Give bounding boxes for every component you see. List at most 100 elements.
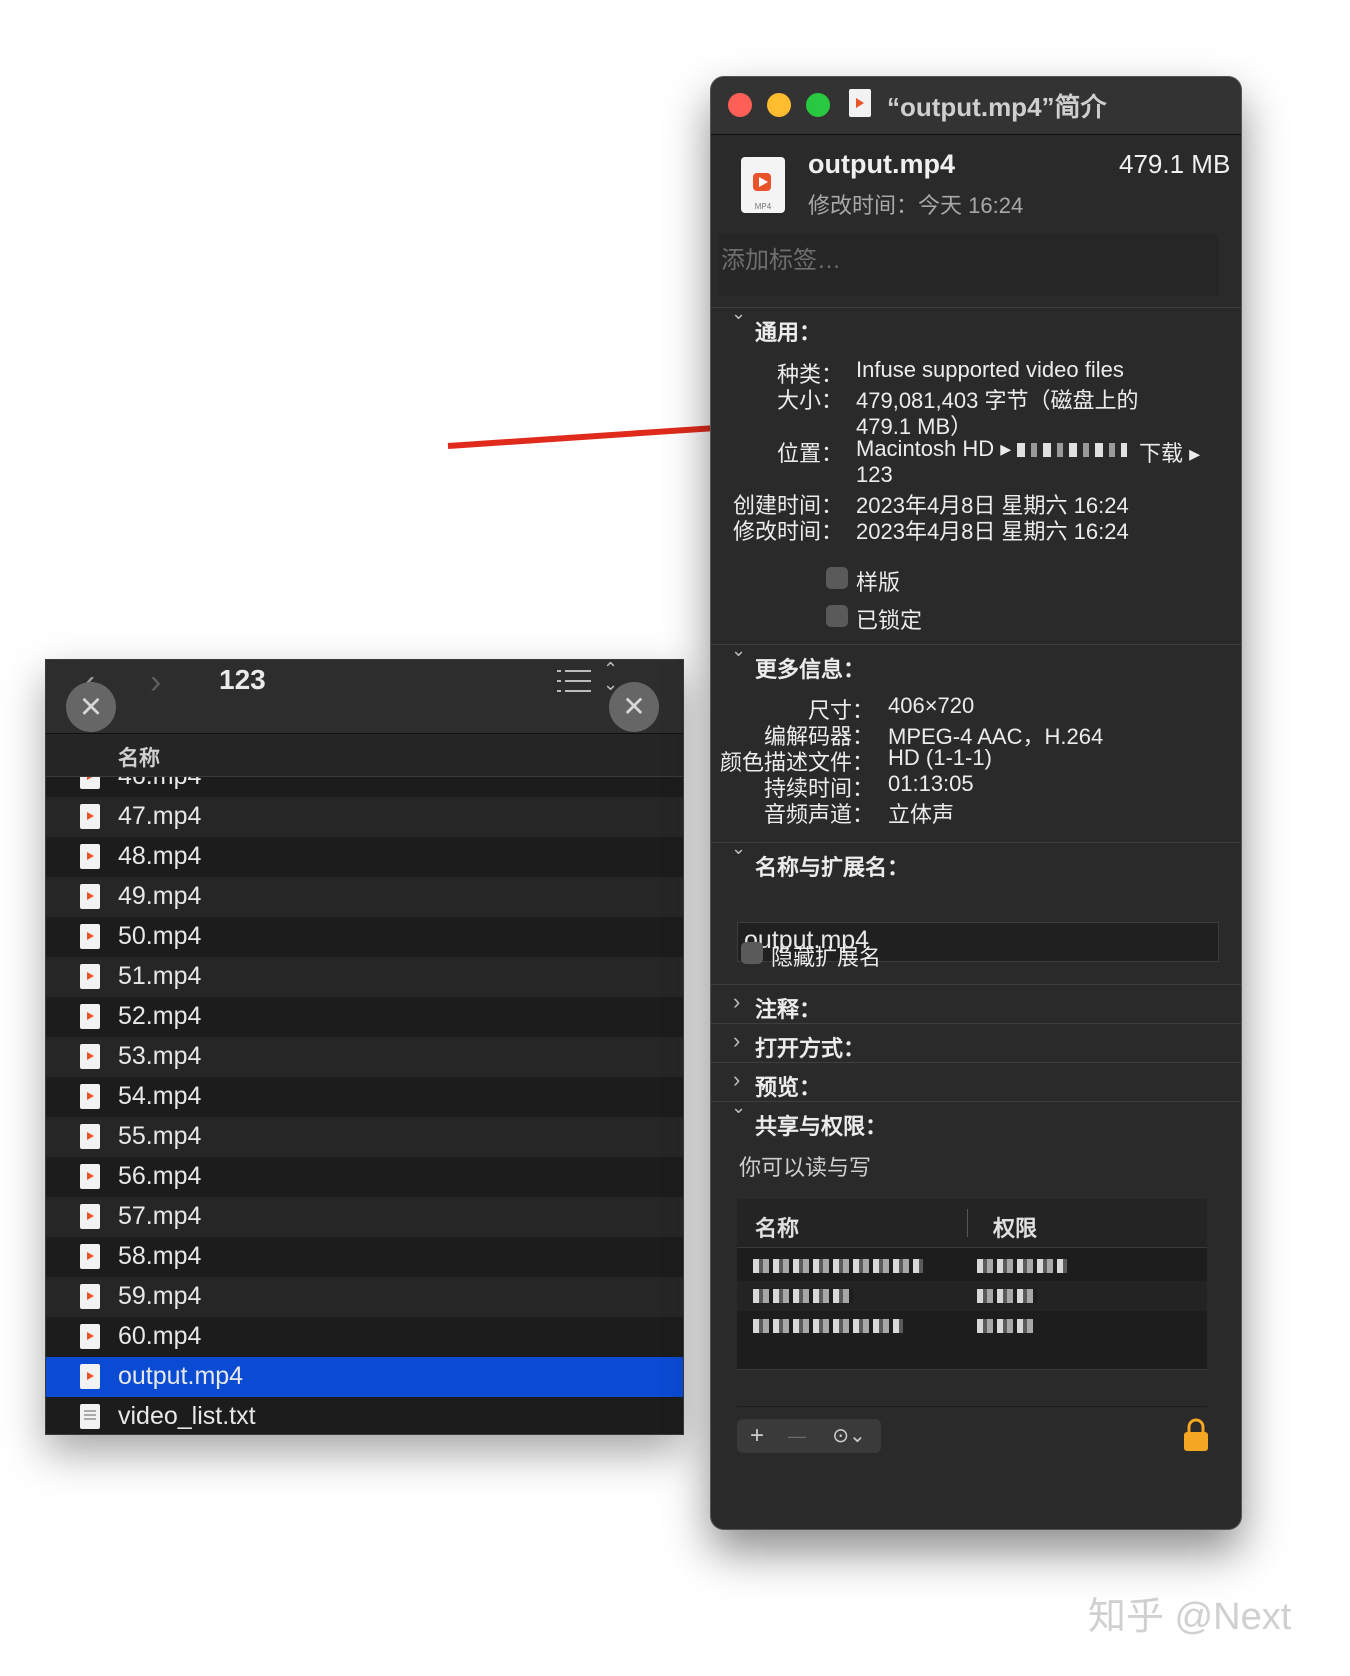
redacted-user [753, 1259, 923, 1273]
list-item[interactable]: 58.mp4 [46, 1237, 683, 1277]
divider [711, 307, 1241, 308]
redacted-privilege [977, 1289, 1037, 1303]
finder-window: ‹ › 123 ⌃⌄ × ✕ 名称 46.mp4 47.mp4 48.mp4 4… [45, 659, 684, 1435]
section-preview-title[interactable]: 预览： [755, 1070, 821, 1102]
mp4-file-icon [80, 1004, 100, 1029]
list-item[interactable]: 50.mp4 [46, 917, 683, 957]
locked-checkbox[interactable] [826, 605, 848, 627]
mp4-file-icon [80, 884, 100, 909]
chevron-right-icon[interactable]: › [733, 1028, 740, 1054]
col-privilege-header[interactable]: 权限 [993, 1211, 1037, 1243]
close-window-button[interactable] [728, 93, 752, 117]
chevron-right-icon[interactable]: › [733, 1067, 740, 1093]
modified-label: 修改时间： [732, 519, 843, 544]
redacted-user [753, 1289, 853, 1303]
list-item[interactable]: video_list.txt [46, 1397, 683, 1434]
list-item[interactable]: 59.mp4 [46, 1277, 683, 1317]
list-item[interactable]: 57.mp4 [46, 1197, 683, 1237]
section-general-title[interactable]: 通用： [755, 315, 821, 347]
permissions-empty-row [737, 1369, 1207, 1406]
section-name-ext-title[interactable]: 名称与扩展名： [755, 850, 909, 882]
kind-value: Infuse supported video files [856, 357, 1124, 382]
tag-placeholder: 添加标签… [721, 247, 841, 274]
size-label: 大小： [776, 388, 843, 413]
locked-label: 已锁定 [856, 608, 923, 633]
info-window: “output.mp4”简介 MP4 output.mp4 479.1 MB 修… [710, 76, 1242, 1530]
minimize-window-button[interactable] [767, 93, 791, 117]
section-open-with-title[interactable]: 打开方式： [755, 1031, 865, 1063]
stationery-label: 样版 [856, 570, 901, 595]
mp4-file-icon [80, 1244, 100, 1269]
list-item[interactable]: 52.mp4 [46, 997, 683, 1037]
mp4-file-icon [80, 1044, 100, 1069]
column-header-overlay: 名称 [46, 734, 683, 777]
section-more-info-title[interactable]: 更多信息： [755, 652, 865, 684]
window-title: “output.mp4”简介 [887, 92, 1107, 122]
chevron-down-icon[interactable]: ⌄ [731, 838, 746, 859]
table-row[interactable] [737, 1281, 1207, 1311]
list-item[interactable]: 60.mp4 [46, 1317, 683, 1357]
mp4-file-icon [80, 964, 100, 989]
chevron-down-icon[interactable]: ⌄ [731, 303, 746, 324]
list-item-selected[interactable]: output.mp4 [46, 1357, 683, 1397]
section-comments-title[interactable]: 注释： [755, 992, 821, 1024]
sharing-summary: 你可以读与写 [739, 1155, 872, 1180]
list-item[interactable]: 53.mp4 [46, 1037, 683, 1077]
divider [711, 1101, 1241, 1102]
where-label: 位置： [776, 441, 843, 466]
section-sharing-title[interactable]: 共享与权限： [755, 1109, 887, 1141]
text-file-icon [80, 1404, 100, 1429]
chevron-right-icon[interactable]: › [150, 662, 161, 702]
folder-title: 123 [219, 664, 266, 695]
hide-extension-label: 隐藏扩展名 [771, 945, 882, 970]
action-menu-button[interactable]: ⊙⌄ [817, 1419, 881, 1453]
column-separator [967, 1209, 968, 1237]
col-name-header[interactable]: 名称 [755, 1211, 799, 1243]
updown-chevron-icon[interactable]: ⌃ ⌄ [603, 660, 618, 693]
mp4-file-icon [80, 1084, 100, 1109]
list-item[interactable]: 56.mp4 [46, 1157, 683, 1197]
mp4-file-icon [80, 1364, 100, 1389]
remove-user-button[interactable]: — [777, 1419, 817, 1453]
chevron-down-icon[interactable]: ⌄ [731, 1097, 746, 1118]
lock-icon[interactable] [1181, 1417, 1211, 1453]
list-item[interactable]: 49.mp4 [46, 877, 683, 917]
table-row[interactable] [737, 1311, 1207, 1341]
mp4-file-icon [80, 1204, 100, 1229]
zoom-window-button[interactable] [806, 93, 830, 117]
add-user-button[interactable]: + [737, 1419, 777, 1453]
video-file-icon: MP4 [741, 157, 785, 213]
divider [711, 842, 1241, 843]
file-proxy-icon[interactable] [849, 89, 871, 117]
permissions-table: 名称 权限 [737, 1199, 1207, 1407]
redacted-user [753, 1319, 903, 1333]
tag-input[interactable]: 添加标签… [719, 234, 1219, 296]
list-item[interactable]: 54.mp4 [46, 1077, 683, 1117]
file-size: 479.1 MB [1119, 149, 1231, 179]
mp4-file-icon [80, 804, 100, 829]
modified-value: 2023年4月8日 星期六 16:24 [856, 519, 1129, 544]
mp4-file-icon [80, 1324, 100, 1349]
stationery-checkbox[interactable] [826, 567, 848, 589]
close-icon[interactable]: × [66, 682, 116, 732]
dimensions-value: 406×720 [888, 693, 975, 718]
table-row[interactable] [737, 1251, 1207, 1281]
mp4-file-icon [80, 844, 100, 869]
redacted-privilege [977, 1319, 1037, 1333]
audio-channels-value: 立体声 [888, 802, 955, 827]
list-item[interactable]: 47.mp4 [46, 797, 683, 837]
chevron-down-icon[interactable]: ⌄ [731, 640, 746, 661]
hide-extension-checkbox[interactable] [741, 942, 763, 964]
duration-value: 01:13:05 [888, 771, 974, 796]
list-view-icon[interactable] [557, 668, 591, 694]
modified-line: 修改时间：今天 16:24 [808, 193, 1024, 218]
pin-icon[interactable]: ✕ [609, 682, 659, 732]
chevron-right-icon[interactable]: › [733, 989, 740, 1015]
mp4-file-icon [80, 1164, 100, 1189]
where-value-1: Macintosh HD ▸ [856, 436, 1012, 461]
list-item[interactable]: 51.mp4 [46, 957, 683, 997]
permissions-toolbar: + — ⊙⌄ [737, 1419, 881, 1453]
list-item[interactable]: 48.mp4 [46, 837, 683, 877]
permissions-header: 名称 权限 [737, 1199, 1207, 1248]
list-item[interactable]: 55.mp4 [46, 1117, 683, 1157]
